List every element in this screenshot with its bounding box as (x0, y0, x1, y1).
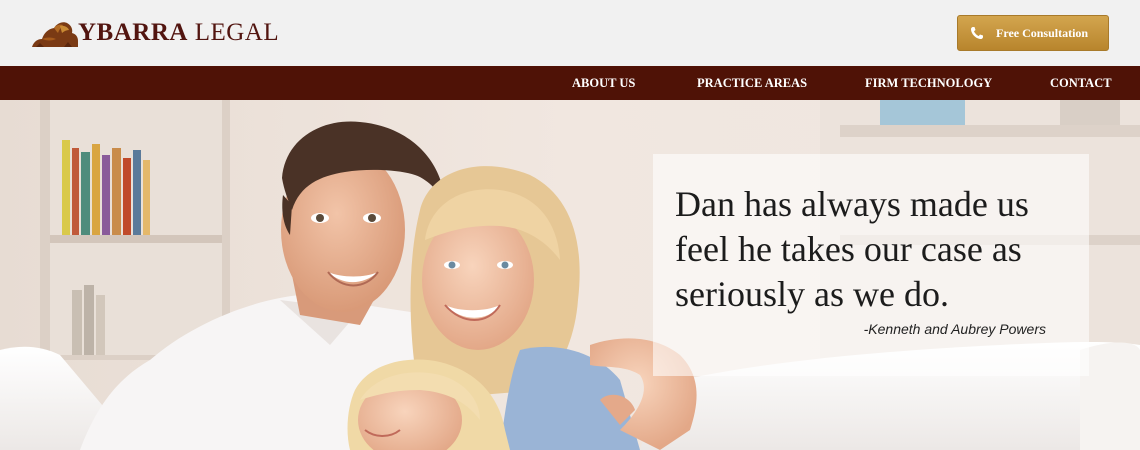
free-consultation-button[interactable]: Free Consultation (957, 15, 1109, 51)
nav-item-firm-technology[interactable]: FIRM TECHNOLOGY (865, 66, 992, 100)
phone-icon (971, 27, 983, 39)
testimonial-box: Dan has always made us feel he takes our… (653, 154, 1089, 376)
testimonial-author: -Kenneth and Aubrey Powers (863, 321, 1046, 337)
site-header: YBARRA LEGAL Free Consultation (0, 0, 1140, 66)
logo-text-light: LEGAL (194, 19, 280, 46)
nav-item-contact[interactable]: CONTACT (1050, 66, 1112, 100)
hero-banner: Dan has always made us feel he takes our… (0, 100, 1140, 450)
testimonial-quote: Dan has always made us feel he takes our… (675, 184, 1029, 314)
free-consultation-label: Free Consultation (996, 25, 1089, 40)
nav-item-about-us[interactable]: ABOUT US (572, 66, 635, 100)
main-nav: ABOUT US PRACTICE AREAS FIRM TECHNOLOGY … (0, 66, 1140, 100)
lion-icon (32, 22, 78, 47)
nav-item-practice-areas[interactable]: PRACTICE AREAS (697, 66, 807, 100)
logo-text-strong: YBARRA (78, 19, 188, 46)
logo[interactable]: YBARRA LEGAL (30, 16, 279, 50)
